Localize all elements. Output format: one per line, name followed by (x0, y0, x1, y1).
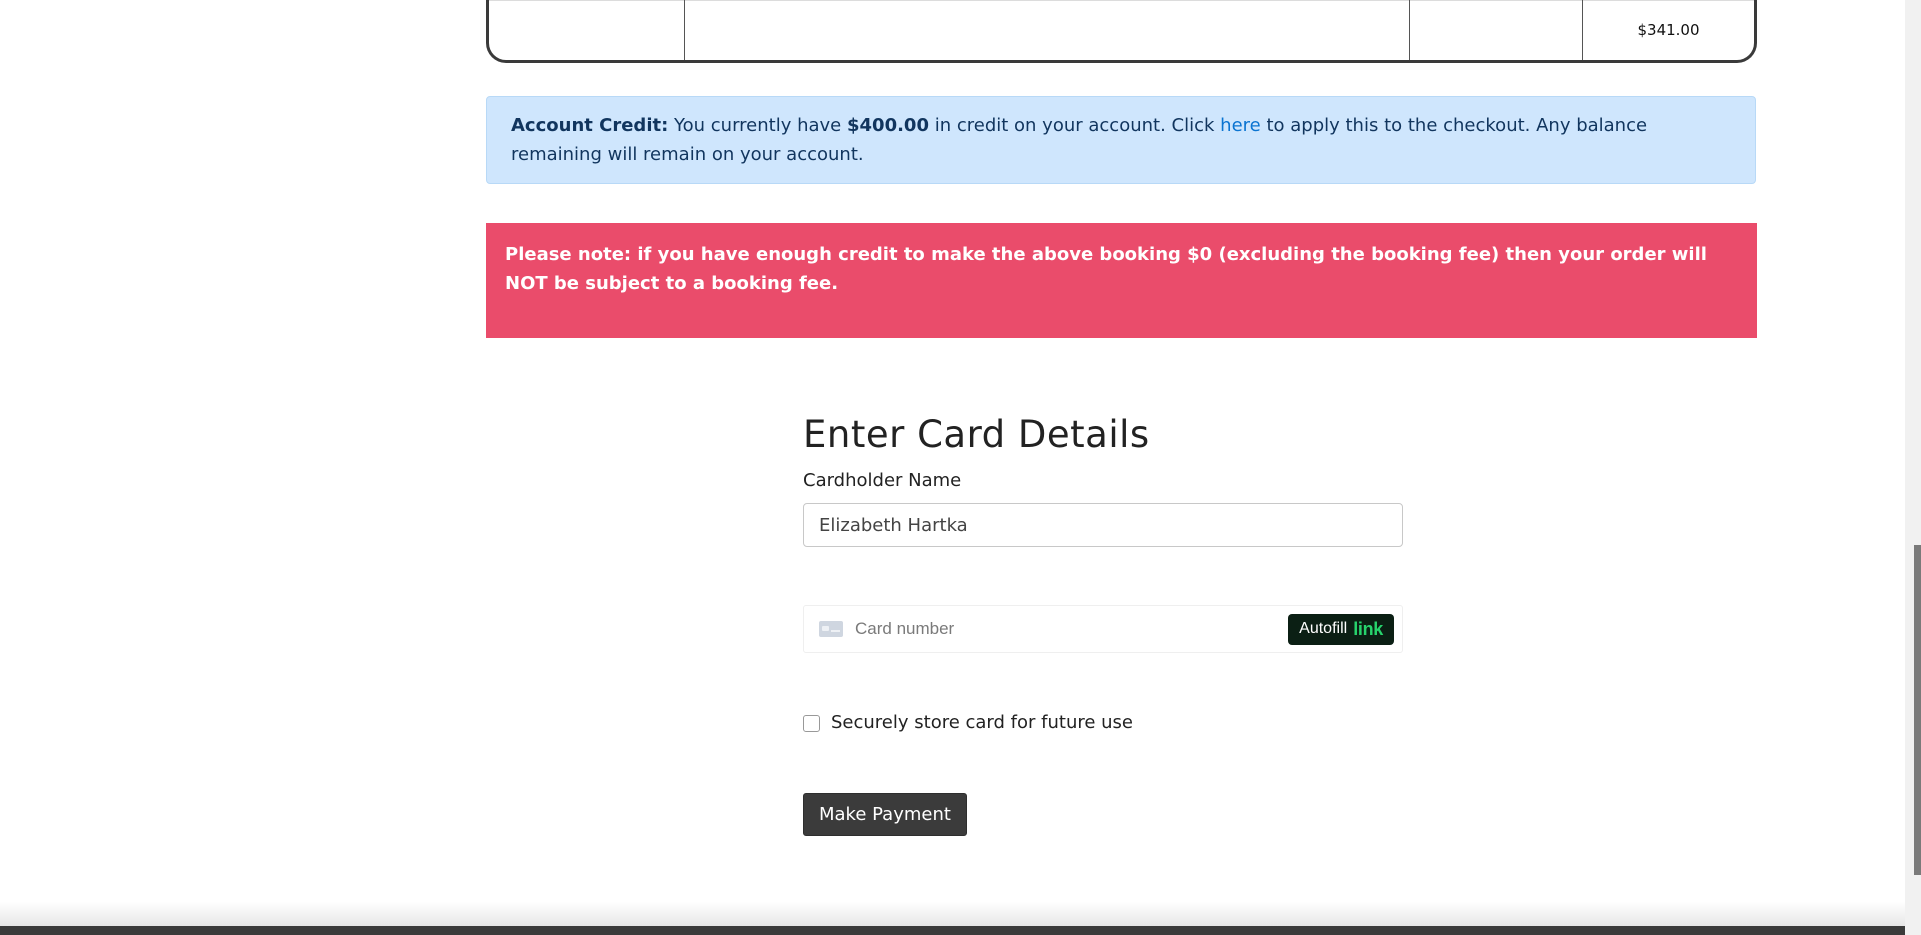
order-table: $341.00 (486, 0, 1757, 63)
credit-alert-text: You currently have (674, 115, 842, 136)
booking-fee-note: Please note: if you have enough credit t… (486, 223, 1757, 338)
page-scrollbar[interactable] (1905, 0, 1921, 935)
make-payment-button[interactable]: Make Payment (803, 793, 967, 836)
store-card-label[interactable]: Securely store card for future use (831, 711, 1133, 735)
apply-credit-link[interactable]: here (1220, 115, 1261, 136)
autofill-link-button[interactable]: Autofill link (1288, 613, 1394, 645)
credit-amount: $400.00 (847, 115, 929, 136)
store-card-checkbox[interactable] (803, 714, 820, 732)
table-cell-description (685, 0, 1410, 60)
table-cell-item (489, 0, 685, 60)
row-total-price: $341.00 (1637, 21, 1700, 39)
booking-fee-note-text: Please note: if you have enough credit t… (505, 244, 1707, 294)
link-brand-logo: link (1353, 618, 1383, 639)
store-card-row: Securely store card for future use (803, 711, 1403, 735)
credit-alert-label: Account Credit: (511, 115, 669, 136)
card-details-form: Enter Card Details Cardholder Name Autof… (803, 410, 1403, 836)
card-number-field[interactable]: Autofill link (803, 605, 1403, 653)
autofill-label: Autofill (1299, 620, 1348, 637)
card-number-input[interactable] (853, 618, 1289, 640)
cardholder-name-input[interactable] (803, 503, 1403, 547)
form-title: Enter Card Details (803, 413, 1150, 456)
footer (0, 926, 1905, 935)
table-cell-total: $341.00 (1583, 0, 1754, 60)
credit-alert-text-2: in credit on your account. Click (934, 115, 1215, 136)
account-credit-alert: Account Credit: You currently have $400.… (486, 96, 1756, 184)
scrollbar-thumb[interactable] (1914, 545, 1921, 875)
cardholder-name-label: Cardholder Name (803, 470, 962, 491)
credit-card-icon (819, 621, 843, 637)
footer-shadow (0, 902, 1905, 926)
table-cell-quantity (1410, 0, 1583, 60)
